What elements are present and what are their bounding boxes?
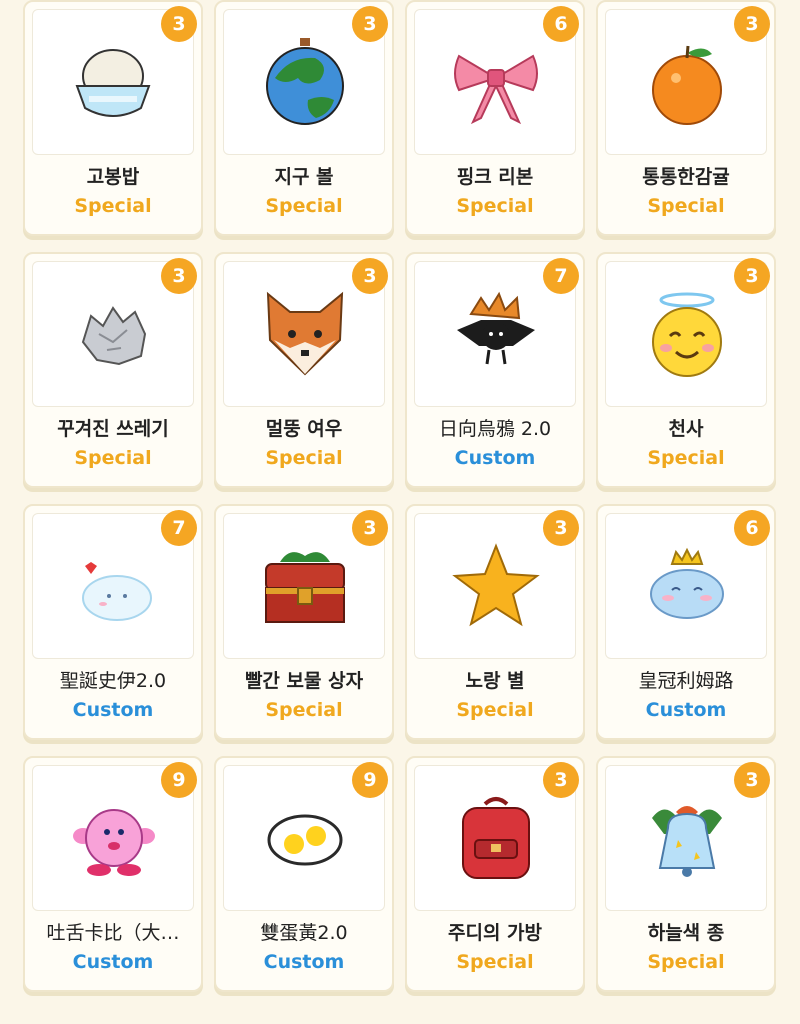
count-badge: 3 <box>734 6 770 42</box>
item-name: 皇冠利姆路 <box>638 670 734 692</box>
item-name: 노랑 별 <box>465 670 525 692</box>
count-badge: 3 <box>161 258 197 294</box>
item-type: Special <box>647 195 725 217</box>
count-badge: 3 <box>352 510 388 546</box>
item-type: Special <box>265 699 343 721</box>
item-card[interactable]: 3 통통한감귤 Special <box>596 0 776 236</box>
item-card[interactable]: 9 雙蛋黃2.0 Custom <box>214 756 394 992</box>
count-badge: 9 <box>352 762 388 798</box>
item-type: Special <box>647 951 725 973</box>
kirby-icon <box>73 809 155 876</box>
count-badge: 9 <box>161 762 197 798</box>
sky-bell-icon <box>652 806 722 877</box>
item-name: 고봉밥 <box>86 166 140 188</box>
item-name: 빨간 보물 상자 <box>244 670 364 692</box>
item-card[interactable]: 3 멀뚱 여우 Special <box>214 252 394 488</box>
item-card[interactable]: 9 吐舌卡比（大… Custom <box>23 756 203 992</box>
item-type: Special <box>456 195 534 217</box>
rice-bowl-icon <box>75 49 151 117</box>
fox-icon <box>266 291 344 376</box>
earth-ball-icon <box>266 38 344 125</box>
treasure-chest-icon <box>265 552 345 623</box>
backpack-icon <box>462 797 530 879</box>
item-name: 주디의 가방 <box>447 922 542 944</box>
item-type: Special <box>265 195 343 217</box>
double-egg-icon <box>267 814 343 866</box>
item-type: Custom <box>72 699 154 721</box>
crow-icon <box>457 291 535 365</box>
item-card[interactable]: 3 지구 볼 Special <box>214 0 394 236</box>
yellow-star-icon <box>452 543 540 627</box>
item-type: Special <box>647 447 725 469</box>
item-name: 吐舌卡比（大… <box>46 922 180 944</box>
item-name: 멀뚱 여우 <box>265 418 343 440</box>
item-grid: 3 고봉밥 Special 3 지구 볼 Special 6 핑크 리본 Spe… <box>0 0 800 1024</box>
count-badge: 3 <box>352 258 388 294</box>
count-badge: 3 <box>352 6 388 42</box>
item-card[interactable]: 3 꾸겨진 쓰레기 Special <box>23 252 203 488</box>
item-card[interactable]: 3 주디의 가방 Special <box>405 756 585 992</box>
item-card[interactable]: 3 천사 Special <box>596 252 776 488</box>
item-card[interactable]: 6 皇冠利姆路 Custom <box>596 504 776 740</box>
item-type: Custom <box>72 951 154 973</box>
count-badge: 3 <box>734 762 770 798</box>
count-badge: 6 <box>734 510 770 546</box>
count-badge: 3 <box>543 510 579 546</box>
item-type: Custom <box>454 447 536 469</box>
crowned-slime-icon <box>650 547 724 619</box>
item-name: 雙蛋黃2.0 <box>260 922 348 944</box>
item-name: 日向烏鴉 2.0 <box>438 418 552 440</box>
item-type: Custom <box>645 699 727 721</box>
item-card[interactable]: 7 日向烏鴉 2.0 Custom <box>405 252 585 488</box>
count-badge: 3 <box>734 258 770 294</box>
item-type: Special <box>74 195 152 217</box>
item-type: Special <box>265 447 343 469</box>
item-name: 핑크 리본 <box>456 166 534 188</box>
count-badge: 3 <box>543 762 579 798</box>
item-card[interactable]: 3 고봉밥 Special <box>23 0 203 236</box>
item-card[interactable]: 7 聖誕史伊2.0 Custom <box>23 504 203 740</box>
tangerine-icon <box>652 45 722 125</box>
item-card[interactable]: 3 노랑 별 Special <box>405 504 585 740</box>
item-name: 통통한감귤 <box>642 166 730 188</box>
item-type: Special <box>456 951 534 973</box>
item-type: Special <box>456 699 534 721</box>
item-card[interactable]: 6 핑크 리본 Special <box>405 0 585 236</box>
item-name: 천사 <box>668 418 704 440</box>
item-card[interactable]: 3 하늘색 종 Special <box>596 756 776 992</box>
count-badge: 7 <box>161 510 197 546</box>
count-badge: 3 <box>161 6 197 42</box>
item-type: Custom <box>263 951 345 973</box>
item-name: 꾸겨진 쓰레기 <box>57 418 169 440</box>
item-name: 聖誕史伊2.0 <box>59 670 167 692</box>
crumpled-trash-icon <box>81 306 147 366</box>
item-card[interactable]: 3 빨간 보물 상자 Special <box>214 504 394 740</box>
angel-icon <box>652 292 722 377</box>
item-name: 지구 볼 <box>274 166 334 188</box>
item-name: 하늘색 종 <box>647 922 725 944</box>
pink-ribbon-icon <box>454 54 538 125</box>
count-badge: 7 <box>543 258 579 294</box>
cloud-slime-icon <box>82 562 152 621</box>
item-type: Special <box>74 447 152 469</box>
count-badge: 6 <box>543 6 579 42</box>
